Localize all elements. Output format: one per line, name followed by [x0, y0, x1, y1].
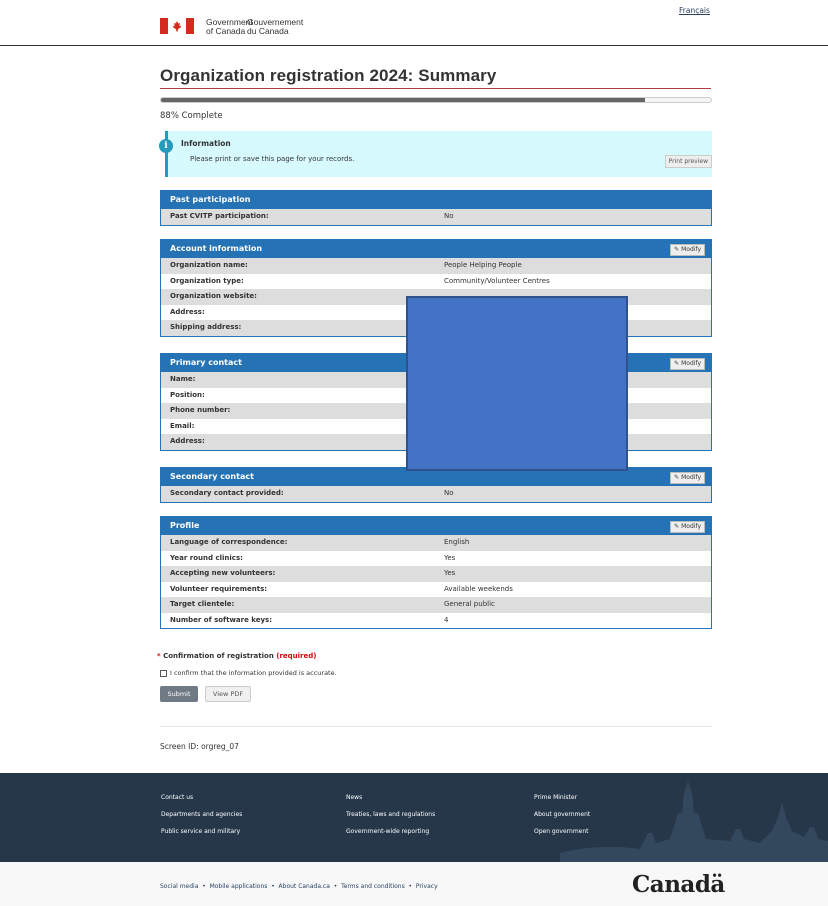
panel-rows: Past CVITP participation: No [161, 209, 711, 225]
language-toggle-link[interactable]: Français [679, 6, 710, 15]
modify-button[interactable]: ✎ Modify [670, 244, 705, 256]
screen-id: Screen ID: orgreg_07 [160, 742, 239, 751]
canada-wordmark-logo: Canadä [632, 871, 725, 898]
footer-link[interactable]: Government-wide reporting [346, 828, 429, 835]
panel-past-participation: Past participation Past CVITP participat… [160, 190, 712, 226]
redaction-box [406, 296, 628, 471]
view-pdf-button[interactable]: View PDF [205, 686, 251, 702]
footer-bottom-link[interactable]: Social media [160, 883, 198, 890]
panel-secondary-contact: Secondary contact ✎ Modify Secondary cont… [160, 467, 712, 503]
alert-title: Information [181, 139, 231, 148]
alert-message: Please print or save this page for your … [190, 155, 355, 163]
government-of-canada-wordmark: Government of Canada [206, 17, 253, 36]
footer-bottom-link[interactable]: Privacy [416, 883, 438, 890]
footer-link[interactable]: Contact us [161, 794, 193, 801]
modify-button[interactable]: ✎ Modify [670, 472, 705, 484]
footer-link[interactable]: News [346, 794, 362, 801]
submit-button[interactable]: Submit [160, 686, 198, 702]
table-row: Volunteer requirements: Available weekend… [170, 584, 513, 593]
panel-header: Profile ✎ Modify [161, 517, 711, 535]
canada-flag-icon [160, 18, 194, 34]
info-alert: i Information Please print or save this … [159, 131, 712, 177]
panel-profile: Profile ✎ Modify Language of corresponden… [160, 516, 712, 629]
checkbox-label: I confirm that the information provided … [170, 669, 337, 677]
panel-header: Past participation [161, 191, 711, 209]
progress-bar-fill [161, 98, 645, 102]
edit-icon: ✎ [674, 360, 680, 367]
footer-link[interactable]: About government [534, 811, 590, 818]
table-row: Past CVITP participation: No [161, 209, 711, 225]
table-row: Organization name: People Helping People [161, 258, 711, 274]
info-icon: i [159, 139, 173, 153]
edit-icon: ✎ [674, 246, 680, 253]
edit-icon: ✎ [674, 523, 680, 530]
required-asterisk: * [157, 652, 161, 660]
footer-link[interactable]: Treaties, laws and regulations [346, 811, 435, 818]
edit-icon: ✎ [674, 474, 680, 481]
divider [160, 726, 712, 727]
table-row: Number of software keys: 4 [170, 615, 449, 624]
confirmation-label: * Confirmation of registration (required… [157, 652, 316, 660]
table-row: Accepting new volunteers: Yes [161, 566, 711, 582]
gouvernement-du-canada-wordmark: Gouvernement du Canada [247, 17, 304, 36]
footer-bottom-link[interactable]: Terms and conditions [341, 883, 405, 890]
footer-bottom-link[interactable]: About Canada.ca [279, 883, 330, 890]
modify-button[interactable]: ✎ Modify [670, 358, 705, 370]
footer-link[interactable]: Open government [534, 828, 589, 835]
print-preview-button[interactable]: Print preview [664, 155, 712, 168]
progress-label: 88% Complete [160, 111, 223, 121]
confirmation-label-text: Confirmation of registration [163, 652, 274, 660]
parliament-skyline-icon [560, 781, 828, 862]
footer-link[interactable]: Departments and agencies [161, 811, 242, 818]
site-header: Français Government of Canada Gouverneme… [0, 0, 828, 46]
footer-bottom-link[interactable]: Mobile applications [210, 883, 268, 890]
required-text: (required) [276, 652, 317, 660]
footer-link[interactable]: Prime Minister [534, 794, 577, 801]
checkbox-box[interactable] [160, 669, 167, 677]
table-row: Organization type: Community/Volunteer Ce… [170, 276, 550, 285]
site-footer: Contact us Departments and agencies Publ… [0, 773, 828, 862]
title-rule [160, 88, 711, 89]
confirm-accuracy-checkbox[interactable]: I confirm that the information provided … [160, 669, 337, 677]
table-row: Year round clinics: Yes [170, 553, 456, 562]
modify-button[interactable]: ✎ Modify [670, 521, 705, 533]
footer-link[interactable]: Public service and military [161, 828, 240, 835]
panel-rows: Language of correspondence: English Year … [161, 535, 711, 628]
table-row: Language of correspondence: English [161, 535, 711, 551]
panel-header: Account information ✎ Modify [161, 240, 711, 258]
footer-bottom-links: Social media • Mobile applications • Abo… [160, 883, 438, 890]
page-title: Organization registration 2024: Summary [160, 66, 497, 85]
progress-bar [160, 97, 712, 103]
panel-rows: Secondary contact provided: No [161, 486, 711, 502]
footer-bottom-bar: Social media • Mobile applications • Abo… [0, 862, 828, 906]
table-row: Secondary contact provided: No [161, 486, 711, 502]
table-row: Target clientele: General public [161, 597, 711, 613]
